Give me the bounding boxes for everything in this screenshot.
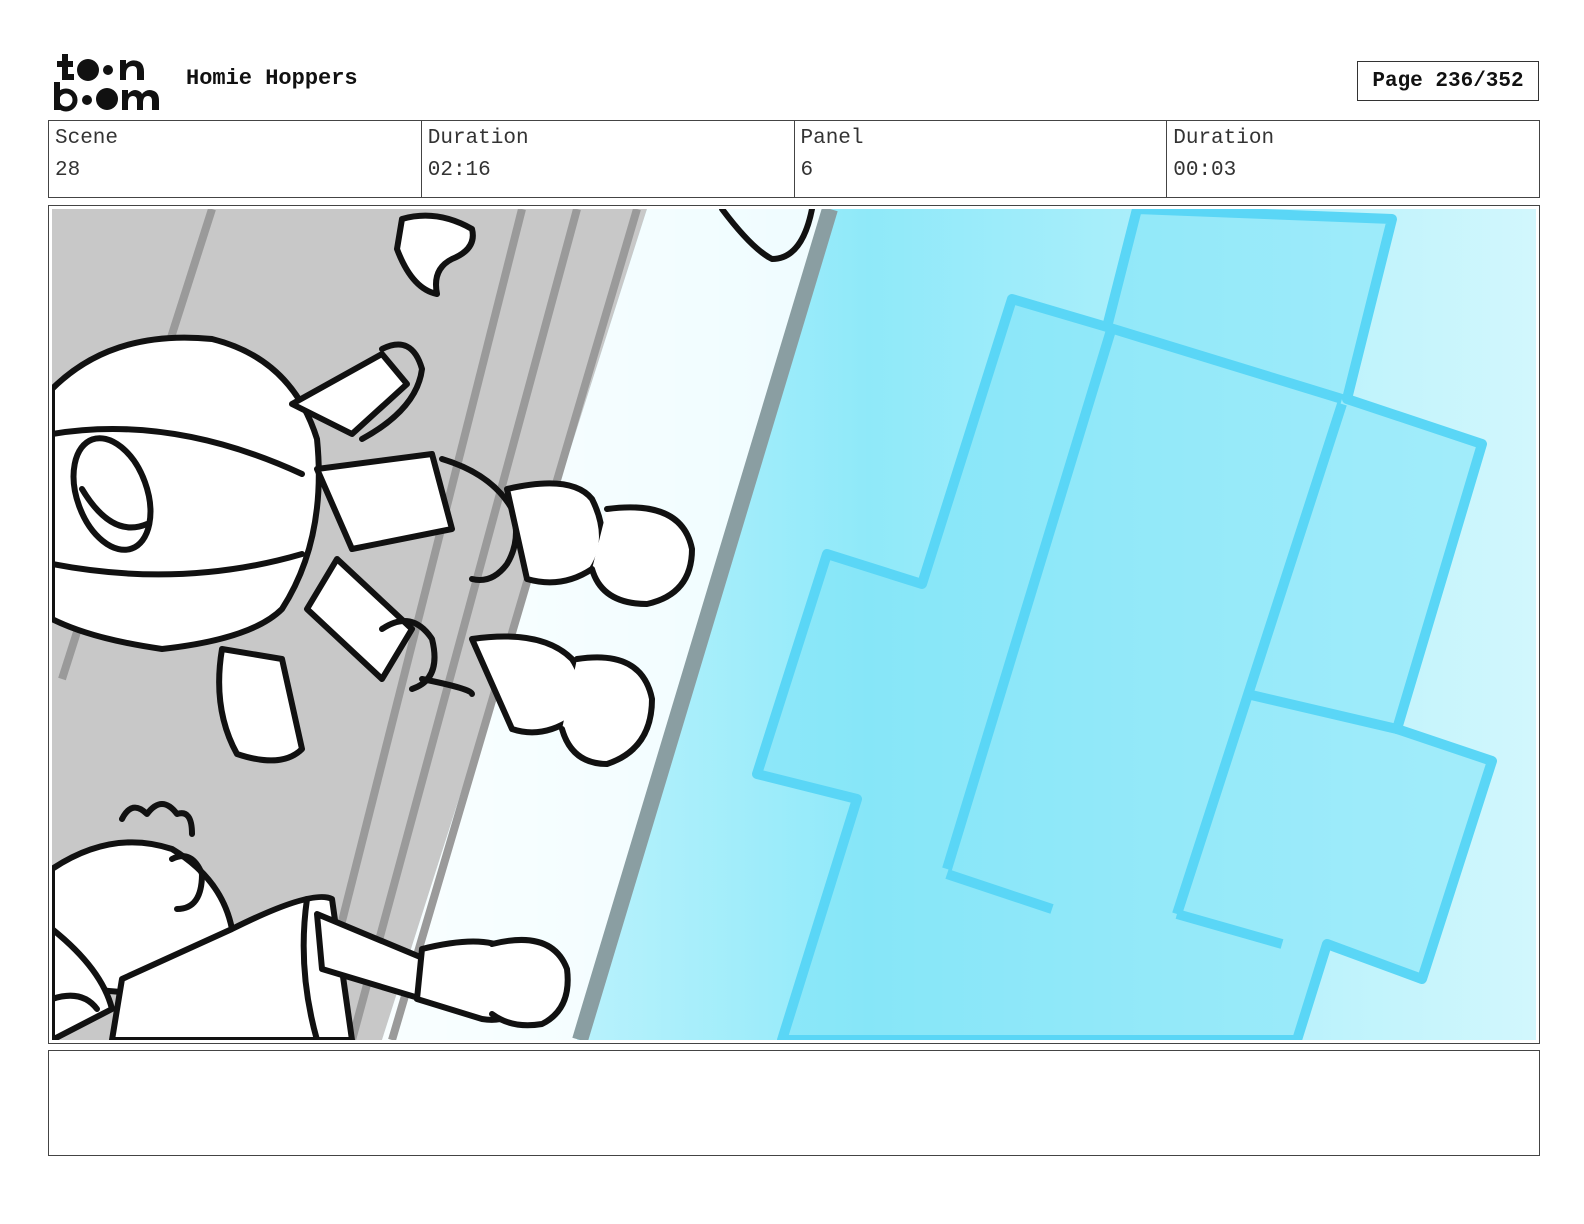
scene-info-table: Scene 28 Duration 02:16 Panel 6 Duration…: [48, 120, 1540, 198]
scene-label: Scene: [55, 127, 119, 150]
scene-duration-value: 02:16: [427, 159, 491, 182]
scene-cell: Scene 28: [49, 121, 421, 197]
page-indicator: Page 236/352: [1357, 61, 1539, 101]
panel-duration-cell: Duration 00:03: [1166, 121, 1539, 197]
storyboard-panel-image: [48, 205, 1540, 1044]
scene-duration-cell: Duration 02:16: [420, 121, 794, 197]
panel-duration-label: Duration: [1173, 127, 1275, 150]
scene-duration-label: Duration: [427, 127, 529, 150]
toonboom-logo: [52, 52, 164, 112]
panel-label: Panel: [800, 127, 864, 150]
scene-value: 28: [55, 159, 81, 182]
panel-cell: Panel 6: [793, 121, 1167, 197]
panel-value: 6: [800, 159, 814, 182]
panel-duration-value: 00:03: [1173, 159, 1237, 182]
panel-drawing: [52, 209, 1536, 1040]
project-title: Homie Hoppers: [186, 66, 358, 91]
panel-notes-box: [48, 1050, 1540, 1156]
